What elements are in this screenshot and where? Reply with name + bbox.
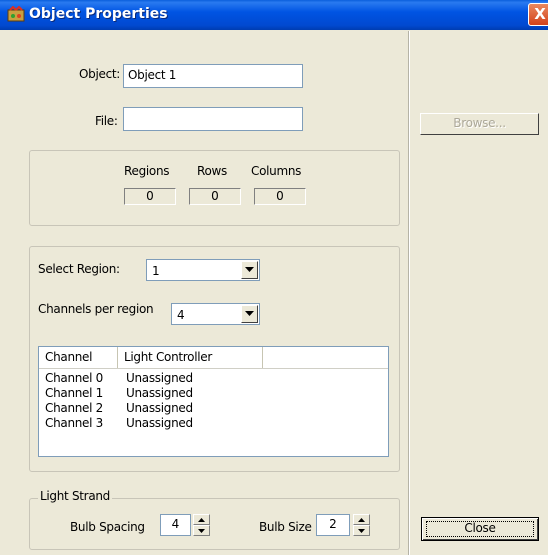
file-path-input[interactable] bbox=[123, 107, 303, 131]
channel-list-header: Channel Light Controller bbox=[39, 347, 388, 369]
channel-name: Channel 0 bbox=[45, 371, 104, 385]
bulb-size-label: Bulb Size bbox=[259, 520, 312, 534]
file-label: File: bbox=[95, 114, 118, 128]
rows-label: Rows bbox=[197, 164, 228, 178]
chevron-down-icon bbox=[245, 311, 254, 316]
region-select-value: 1 bbox=[152, 264, 160, 278]
channels-dropdown-button[interactable] bbox=[241, 305, 258, 323]
bulb-spacing-input[interactable]: 4 bbox=[160, 514, 191, 536]
bulb-spacing-down-button[interactable] bbox=[193, 525, 210, 536]
vertical-divider bbox=[408, 31, 410, 555]
channel-controller: Unassigned bbox=[126, 386, 193, 400]
chevron-down-icon bbox=[245, 267, 254, 272]
channel-controller: Unassigned bbox=[126, 371, 193, 385]
column-header-channel[interactable]: Channel bbox=[39, 347, 118, 368]
select-region-label: Select Region: bbox=[38, 262, 120, 276]
chevron-down-icon bbox=[358, 529, 365, 533]
regions-label: Regions bbox=[124, 164, 170, 178]
close-button[interactable]: Close bbox=[421, 517, 539, 541]
channel-name: Channel 3 bbox=[45, 416, 104, 430]
light-strand-group-title: Light Strand bbox=[38, 489, 112, 503]
channels-per-region-select[interactable]: 4 bbox=[171, 303, 260, 325]
bulb-spacing-spinner[interactable] bbox=[193, 514, 210, 536]
app-icon bbox=[7, 5, 25, 24]
rows-count: 0 bbox=[189, 188, 241, 205]
regions-count: 0 bbox=[124, 188, 176, 205]
channel-controller: Unassigned bbox=[126, 416, 193, 430]
channels-per-region-label: Channels per region bbox=[38, 302, 154, 316]
columns-label: Columns bbox=[251, 164, 302, 178]
channel-name: Channel 1 bbox=[45, 386, 104, 400]
object-label: Object: bbox=[79, 67, 121, 81]
region-dropdown-button[interactable] bbox=[241, 261, 258, 279]
region-select[interactable]: 1 bbox=[146, 259, 260, 281]
bulb-size-down-button[interactable] bbox=[353, 525, 370, 536]
chevron-up-icon bbox=[358, 518, 365, 522]
channel-list[interactable]: Channel Light Controller Channel 0 Unass… bbox=[38, 346, 389, 457]
columns-count: 0 bbox=[254, 188, 306, 205]
column-header-light-controller[interactable]: Light Controller bbox=[118, 347, 263, 368]
chevron-down-icon bbox=[198, 529, 205, 533]
bulb-spacing-up-button[interactable] bbox=[193, 514, 210, 525]
bulb-size-input[interactable]: 2 bbox=[316, 514, 350, 536]
channel-name: Channel 2 bbox=[45, 401, 104, 415]
window-title: Object Properties bbox=[29, 6, 168, 22]
channels-per-region-value: 4 bbox=[177, 308, 185, 322]
title-bar[interactable]: Object Properties X bbox=[0, 0, 548, 30]
bulb-size-spinner[interactable] bbox=[353, 514, 370, 536]
browse-button[interactable]: Browse... bbox=[420, 113, 539, 135]
bulb-size-up-button[interactable] bbox=[353, 514, 370, 525]
bulb-spacing-label: Bulb Spacing bbox=[70, 520, 145, 534]
channel-controller: Unassigned bbox=[126, 401, 193, 415]
object-name-input[interactable]: Object 1 bbox=[123, 64, 303, 88]
window-close-button[interactable]: X bbox=[528, 3, 548, 26]
close-button-label: Close bbox=[464, 521, 496, 535]
chevron-up-icon bbox=[198, 518, 205, 522]
